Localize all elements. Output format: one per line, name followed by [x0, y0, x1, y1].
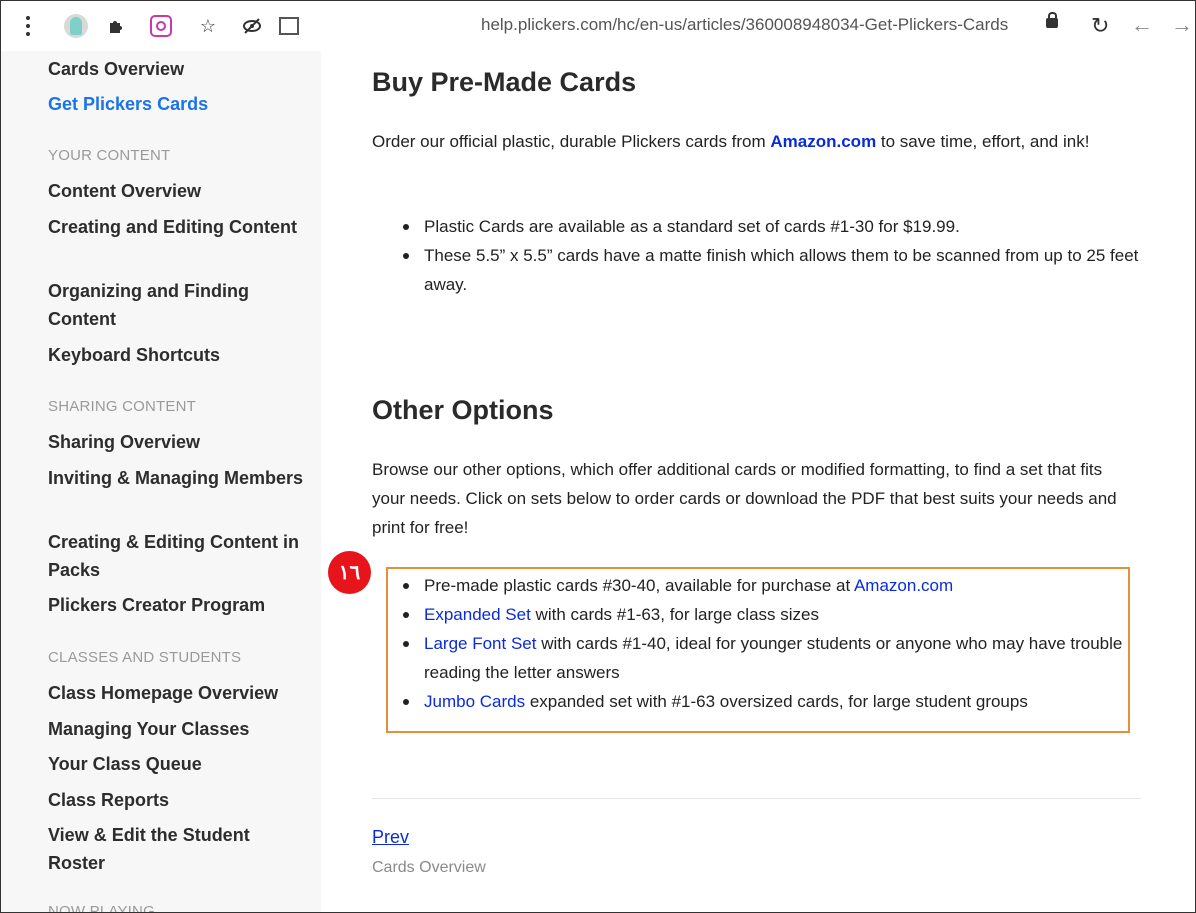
amazon-link-option[interactable]: Amazon.com [854, 576, 953, 595]
list-item: Large Font Set with cards #1-40, ideal f… [372, 629, 1127, 687]
sidebar-item-sharing-overview[interactable]: Sharing Overview [48, 428, 310, 456]
instagram-icon[interactable] [149, 13, 173, 39]
extension-icon[interactable] [277, 13, 301, 39]
address-bar-url[interactable]: help.plickers.com/hc/en-us/articles/3600… [481, 15, 1008, 35]
sidebar-item-creator-program[interactable]: Plickers Creator Program [48, 591, 310, 619]
reload-icon[interactable]: ↻ [1091, 13, 1109, 39]
puzzle-icon[interactable] [105, 13, 127, 39]
avatar-icon[interactable] [63, 13, 89, 39]
back-arrow-icon[interactable]: ← [1131, 12, 1153, 38]
option-text: expanded set with #1-63 oversized cards,… [525, 692, 1028, 711]
large-font-set-link[interactable]: Large Font Set [424, 634, 536, 653]
sidebar-item-content-overview[interactable]: Content Overview [48, 177, 310, 205]
prev-article-title: Cards Overview [372, 859, 486, 876]
buy-paragraph: Order our official plastic, durable Plic… [372, 127, 1137, 156]
heading-buy-pre-made-cards: Buy Pre-Made Cards [372, 67, 637, 97]
list-item: Jumbo Cards expanded set with #1-63 over… [372, 687, 1127, 716]
sidebar-section-classes-students: CLASSES AND STUDENTS [48, 649, 242, 666]
sidebar-section-sharing-content: SHARING CONTENT [48, 398, 197, 415]
sidebar-item-student-roster[interactable]: View & Edit the Student Roster [48, 821, 310, 877]
options-list: Pre-made plastic cards #30-40, available… [372, 571, 1127, 716]
lock-icon[interactable] [1046, 12, 1058, 28]
jumbo-cards-link[interactable]: Jumbo Cards [424, 692, 525, 711]
heading-other-options: Other Options [372, 395, 554, 425]
list-item: These 5.5” x 5.5” cards have a matte fin… [372, 241, 1142, 299]
expanded-set-link[interactable]: Expanded Set [424, 605, 531, 624]
list-item: Pre-made plastic cards #30-40, available… [372, 571, 1127, 600]
sidebar-item-managing-classes[interactable]: Managing Your Classes [48, 715, 310, 743]
prev-link[interactable]: Prev [372, 827, 409, 848]
list-item: Expanded Set with cards #1-63, for large… [372, 600, 1127, 629]
buy-bullet-list: Plastic Cards are available as a standar… [372, 212, 1142, 299]
sidebar-section-now-playing: NOW PLAYING [48, 903, 155, 913]
sidebar-nav: Cards Overview Get Plickers Cards YOUR C… [1, 51, 321, 913]
sidebar-item-class-homepage-overview[interactable]: Class Homepage Overview [48, 679, 310, 707]
sidebar-item-creating-editing-packs[interactable]: Creating & Editing Content in Packs [48, 528, 310, 584]
sidebar-item-class-reports[interactable]: Class Reports [48, 786, 310, 814]
sidebar-item-inviting-managing-members[interactable]: Inviting & Managing Members [48, 464, 310, 492]
option-text: Pre-made plastic cards #30-40, available… [424, 576, 854, 595]
sidebar-item-creating-editing-content[interactable]: Creating and Editing Content [48, 213, 310, 241]
sidebar-item-organizing-finding-content[interactable]: Organizing and Finding Content [48, 277, 310, 333]
buy-paragraph-text: Order our official plastic, durable Plic… [372, 132, 771, 151]
browser-toolbar: ☆ help.plickers.com/hc/en-us/articles/36… [1, 1, 1195, 51]
buy-paragraph-text-end: to save time, effort, and ink! [876, 132, 1090, 151]
list-item: Plastic Cards are available as a standar… [372, 212, 1142, 241]
other-paragraph: Browse our other options, which offer ad… [372, 460, 1117, 537]
sidebar-item-keyboard-shortcuts[interactable]: Keyboard Shortcuts [48, 341, 310, 369]
kebab-menu-icon[interactable] [23, 13, 33, 39]
amazon-link[interactable]: Amazon.com [770, 132, 876, 151]
sidebar-item-class-queue[interactable]: Your Class Queue [48, 750, 310, 778]
divider [372, 798, 1141, 799]
sidebar-item-cards-overview[interactable]: Cards Overview [48, 55, 310, 83]
sidebar-item-get-plickers-cards[interactable]: Get Plickers Cards [48, 90, 310, 118]
forward-arrow-icon[interactable]: → [1171, 12, 1193, 38]
eye-off-icon[interactable] [241, 13, 263, 39]
step-number-badge: ١٦ [328, 551, 371, 594]
browser-window: ☆ help.plickers.com/hc/en-us/articles/36… [0, 0, 1196, 913]
sidebar-section-your-content: YOUR CONTENT [48, 147, 171, 164]
star-icon[interactable]: ☆ [197, 13, 219, 39]
option-text: with cards #1-63, for large class sizes [530, 605, 819, 624]
